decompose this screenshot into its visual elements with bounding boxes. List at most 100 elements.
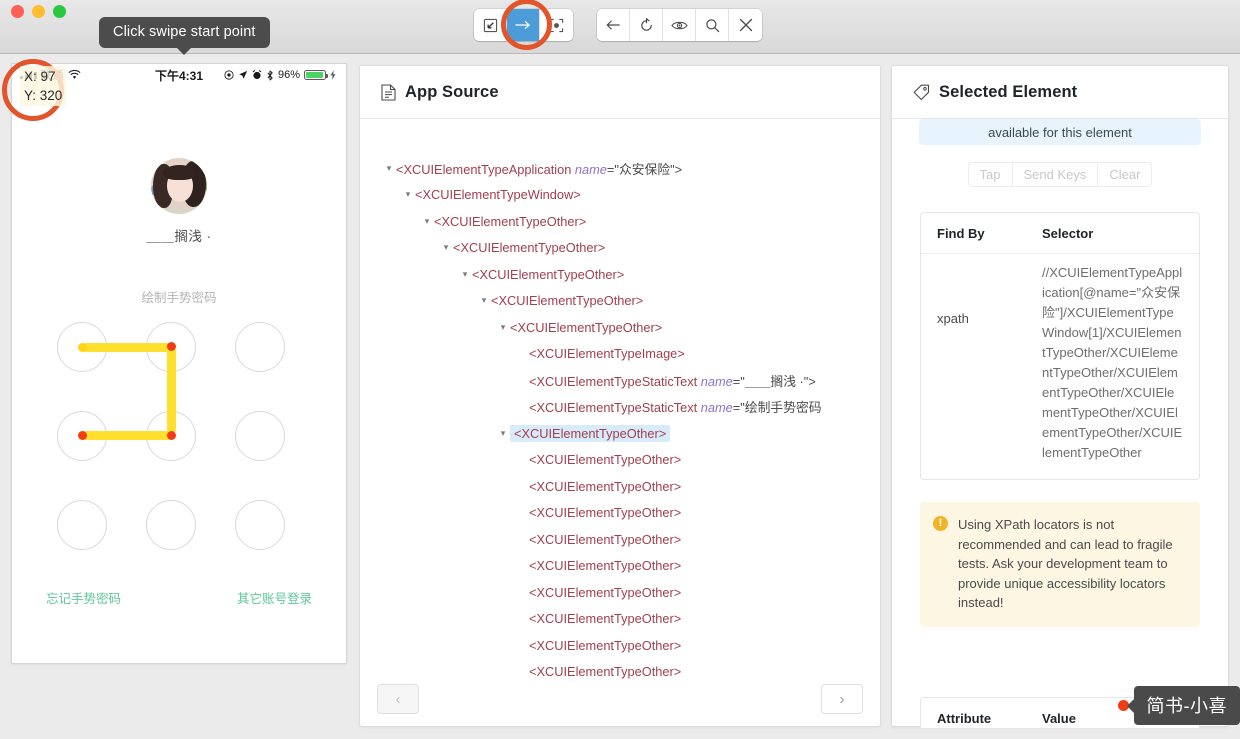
tree-node[interactable]: <XCUIElementTypeOther> (360, 659, 880, 686)
tree-node[interactable]: <XCUIElementTypeOther> (360, 447, 880, 474)
pattern-node-7[interactable] (57, 500, 107, 550)
toolbar-action-group (597, 9, 762, 41)
swipe-arrow-icon[interactable] (507, 9, 540, 41)
window-titlebar: Click swipe start point (0, 0, 1240, 54)
selected-element-body: available for this element Tap Send Keys… (892, 119, 1228, 728)
tree-node-label: <XCUIElementTypeOther> (529, 611, 682, 627)
selected-element-title: Selected Element (939, 82, 1078, 101)
pattern-node-8[interactable] (146, 500, 196, 550)
tree-node[interactable]: ▾ <XCUIElementTypeOther> (360, 261, 880, 288)
pattern-start-dot (78, 343, 87, 352)
tree-node[interactable]: <XCUIElementTypeOther> (360, 579, 880, 606)
tree-node-label: <XCUIElementTypeOther> (529, 531, 682, 547)
app-source-title: App Source (405, 82, 499, 101)
pattern-segment-1-2 (81, 343, 173, 352)
chevron-down-icon[interactable]: ▾ (477, 295, 491, 306)
chevron-down-icon[interactable]: ▾ (382, 163, 396, 174)
pattern-dot-2 (167, 342, 176, 351)
chevron-down-icon[interactable]: ▾ (496, 428, 510, 439)
refresh-icon[interactable] (630, 9, 663, 41)
chevron-down-icon[interactable]: ▾ (401, 189, 415, 200)
tree-node-label: <XCUIElementTypeOther> (491, 293, 644, 309)
tree-node-label: <XCUIElementTypeOther> (453, 240, 606, 256)
swipe-tooltip: Click swipe start point (99, 17, 270, 48)
device-screenshot[interactable]: 联通 下午4:31 96% X: 97 Y: 320 ＿＿搁浅 · (11, 63, 347, 664)
gesture-pattern-grid[interactable] (57, 322, 301, 566)
watermark-label: 简书-小喜 (1133, 686, 1240, 725)
source-tree[interactable]: ▾ <XCUIElementTypeApplication name="众安保险"… (360, 119, 880, 685)
back-arrow-icon[interactable] (597, 9, 630, 41)
element-actions: Tap Send Keys Clear (920, 162, 1200, 187)
tag-icon (913, 84, 930, 100)
pattern-node-9[interactable] (235, 500, 285, 550)
tree-node[interactable]: <XCUIElementTypeImage> (360, 341, 880, 368)
tree-node[interactable]: <XCUIElementTypeOther> (360, 632, 880, 659)
app-source-tree-container[interactable]: ▾ <XCUIElementTypeApplication name="众安保险"… (360, 119, 880, 728)
tree-node-label: <XCUIElementTypeOther> (529, 505, 682, 521)
tree-node[interactable]: ▾ <XCUIElementTypeApplication name="众安保险"… (360, 155, 880, 182)
tree-node[interactable]: <XCUIElementTypeOther> (360, 606, 880, 633)
pattern-node-6[interactable] (235, 411, 285, 461)
tree-node-label: <XCUIElementTypeOther> (510, 319, 663, 335)
clear-button[interactable]: Clear (1097, 162, 1153, 187)
avatar (151, 158, 207, 214)
tree-node-attr-value: ="绘制手势密码 (732, 400, 822, 416)
tree-node[interactable]: <XCUIElementTypeOther> (360, 473, 880, 500)
tree-node-label: <XCUIElementTypeOther> (472, 266, 625, 282)
tree-node[interactable]: ▾ <XCUIElementTypeWindow> (360, 182, 880, 209)
tree-node-label: <XCUIElementTypeOther> (529, 478, 682, 494)
tree-node-label: <XCUIElementTypeOther> (529, 637, 682, 653)
forgot-gesture-password-link[interactable]: 忘记手势密码 (46, 588, 121, 607)
tooltip-text: Click swipe start point (113, 24, 256, 40)
tree-node[interactable]: ▾ <XCUIElementTypeOther> (360, 288, 880, 315)
coordinate-x: X: 97 (24, 69, 56, 84)
tree-node[interactable]: <XCUIElementTypeStaticText name="绘制手势密码 (360, 394, 880, 421)
tree-node[interactable]: <XCUIElementTypeOther> (360, 526, 880, 553)
chevron-down-icon[interactable]: ▾ (458, 269, 472, 280)
tree-node-label: <XCUIElementTypeImage> (529, 346, 685, 362)
tree-next-button[interactable]: › (821, 684, 863, 714)
table-row: xpath //XCUIElementTypeApplication[@name… (921, 253, 1199, 479)
tree-node[interactable]: ▾ <XCUIElementTypeOther> (360, 314, 880, 341)
other-account-login-link[interactable]: 其它账号登录 (237, 588, 312, 607)
tree-node[interactable]: <XCUIElementTypeStaticText name="＿＿搁浅 ·"… (360, 367, 880, 394)
tree-node[interactable]: ▾ <XCUIElementTypeOther> (360, 235, 880, 262)
xpath-warning-text: Using XPath locators is not recommended … (958, 517, 1173, 610)
find-by-table: Find By Selector xpath //XCUIElementType… (920, 212, 1200, 480)
tree-node-label: <XCUIElementTypeWindow> (415, 187, 581, 203)
pattern-segment-5-4 (81, 431, 173, 440)
tree-node-label: <XCUIElementTypeOther> (529, 584, 682, 600)
tree-node-label: <XCUIElementTypeOther> (434, 213, 587, 229)
selected-element-header: Selected Element (892, 66, 1228, 119)
eye-icon[interactable] (663, 9, 696, 41)
tree-node[interactable]: ▾ <XCUIElementTypeOther> (360, 208, 880, 235)
column-attribute: Attribute (937, 711, 992, 726)
minimize-window-button[interactable] (32, 5, 45, 18)
pattern-dot-4 (78, 431, 87, 440)
tree-node-attr-value: ="＿＿搁浅 ·"> (732, 373, 816, 389)
maximize-window-button[interactable] (53, 5, 66, 18)
tree-node-label: <XCUIElementTypeOther> (510, 424, 671, 442)
tree-node[interactable]: <XCUIElementTypeOther> (360, 500, 880, 527)
close-window-button[interactable] (11, 5, 24, 18)
chevron-down-icon[interactable]: ▾ (496, 322, 510, 333)
tree-prev-button[interactable]: ‹ (377, 684, 419, 714)
tap-by-coordinates-icon[interactable] (540, 9, 573, 41)
chevron-down-icon[interactable]: ▾ (439, 242, 453, 253)
close-x-icon[interactable] (729, 9, 762, 41)
tree-node[interactable]: <XCUIElementTypeOther> (360, 553, 880, 580)
pattern-node-3[interactable] (235, 322, 285, 372)
tap-button[interactable]: Tap (967, 162, 1012, 187)
appium-inspector-window: Click swipe start point 下午4:31 96% X: 97… (0, 0, 1240, 739)
traffic-lights (11, 5, 66, 18)
selected-element-panel: Selected Element available for this elem… (891, 65, 1229, 728)
app-source-panel: App Source ▾ <XCUIElementTypeApplication … (359, 65, 881, 727)
send-keys-button[interactable]: Send Keys (1011, 162, 1098, 187)
user-name-label: ＿＿搁浅 · (146, 229, 212, 244)
select-element-icon[interactable] (474, 9, 507, 41)
search-icon[interactable] (696, 9, 729, 41)
chevron-down-icon[interactable]: ▾ (420, 216, 434, 227)
tree-node[interactable]: ▾ <XCUIElementTypeOther> (360, 420, 880, 447)
selector-value[interactable]: //XCUIElementTypeApplication[@name="众安保险… (1042, 254, 1183, 463)
pattern-segment-2-5 (167, 347, 176, 434)
